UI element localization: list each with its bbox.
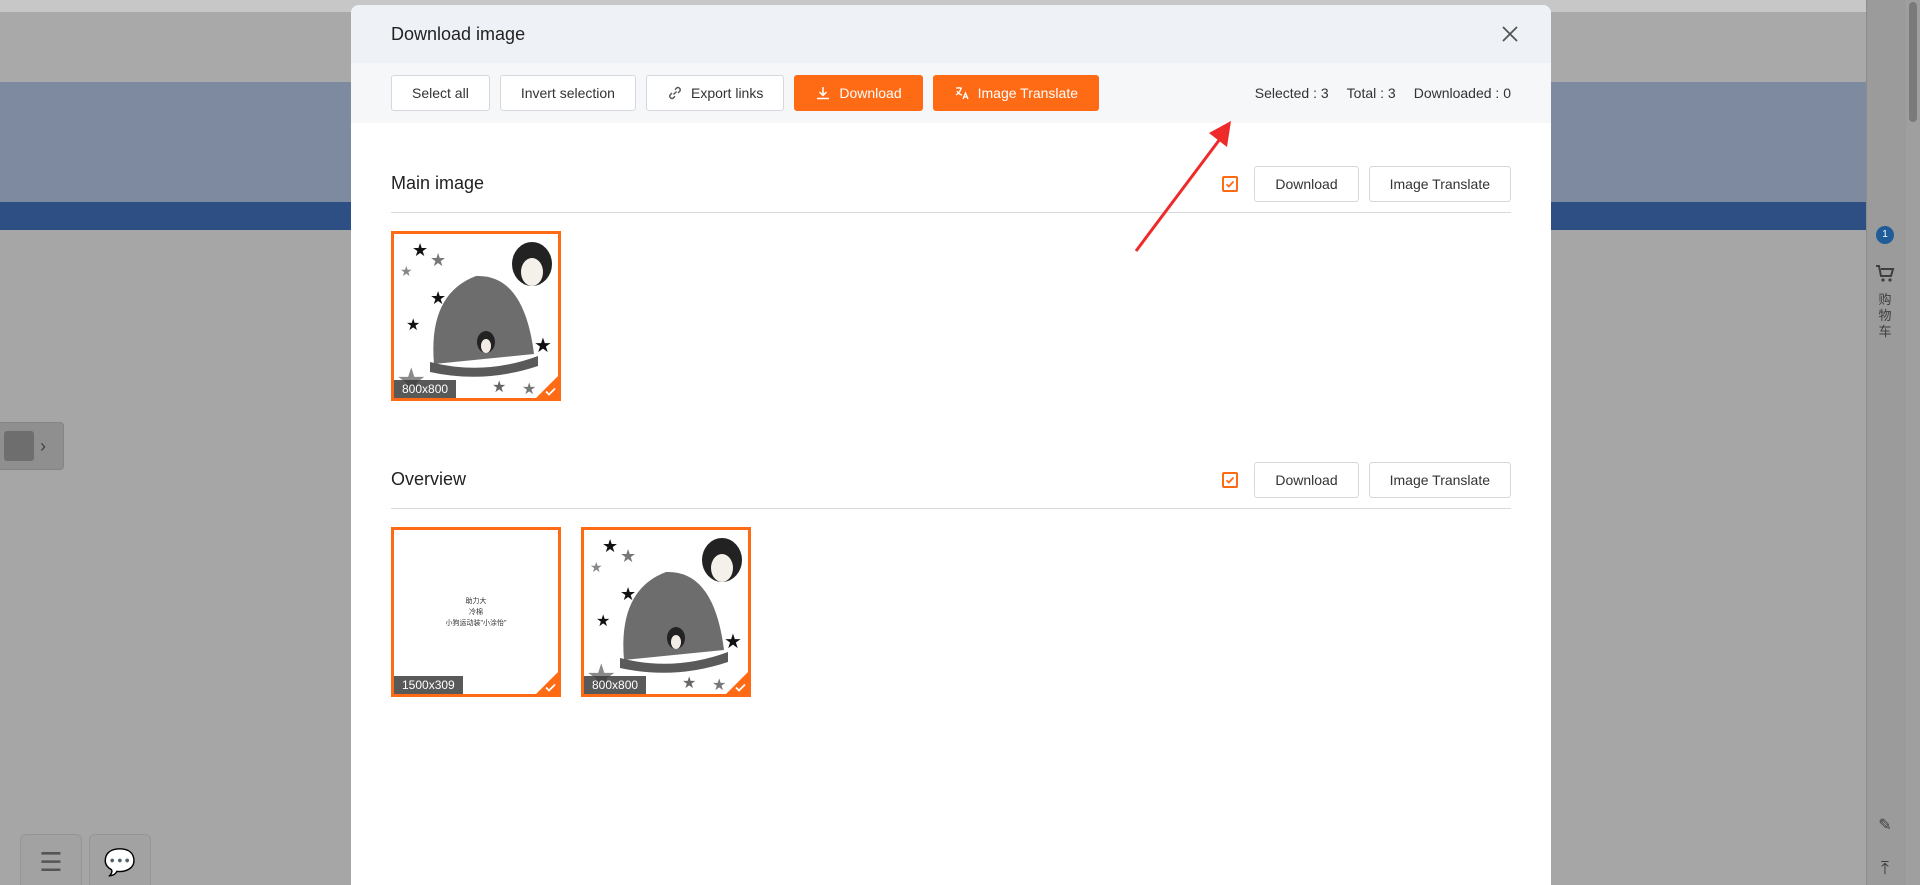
cart-count-badge: 1 bbox=[1876, 226, 1894, 244]
back-to-top-icon[interactable]: ⤒ bbox=[1874, 858, 1896, 879]
image-grid: ★ ★ ★ ★ ★ ★ ★ ★ ★ 800x800 bbox=[391, 213, 1511, 401]
section-download-button[interactable]: Download bbox=[1254, 462, 1359, 498]
product-thumbnail bbox=[4, 431, 34, 461]
section-header: Main image Download Image Translate bbox=[391, 123, 1511, 213]
image-card[interactable]: ★ ★ ★ ★ ★ ★ ★ ★ ★ 800x800 bbox=[581, 527, 751, 697]
modal-header: Download image bbox=[351, 5, 1551, 63]
export-links-label: Export links bbox=[690, 85, 764, 101]
image-text-line: 冷棉 bbox=[469, 608, 483, 616]
page-scrollbar[interactable] bbox=[1906, 0, 1920, 885]
chat-icon[interactable]: 💬 bbox=[89, 834, 151, 885]
scrollbar-thumb[interactable] bbox=[1909, 2, 1917, 122]
download-all-button[interactable]: Download bbox=[794, 75, 923, 111]
section-header: Overview Download Image Translate bbox=[391, 419, 1511, 509]
chevron-right-icon: › bbox=[40, 435, 46, 456]
section-select-checkbox[interactable] bbox=[1222, 176, 1239, 192]
downloaded-count: Downloaded : 0 bbox=[1413, 85, 1511, 101]
download-all-label: Download bbox=[839, 85, 902, 101]
invert-selection-button[interactable]: Invert selection bbox=[499, 75, 636, 111]
section-title: Main image bbox=[391, 173, 485, 193]
download-icon bbox=[817, 87, 830, 100]
svg-text:★: ★ bbox=[682, 673, 696, 692]
modal-title: Download image bbox=[391, 23, 526, 44]
export-links-button[interactable]: Export links bbox=[645, 75, 785, 111]
svg-text:★: ★ bbox=[712, 675, 726, 694]
translate-icon bbox=[955, 87, 969, 100]
svg-text:★: ★ bbox=[522, 379, 536, 398]
section-select-checkbox[interactable] bbox=[1222, 472, 1239, 488]
bg-floating-product-tab[interactable]: › bbox=[0, 422, 64, 470]
cart-label[interactable]: 购物车 bbox=[1876, 292, 1894, 340]
section-actions: Download Image Translate bbox=[1222, 166, 1511, 202]
image-translate-all-label: Image Translate bbox=[977, 85, 1078, 101]
image-card[interactable]: ★ ★ ★ ★ ★ ★ ★ ★ ★ 800x800 bbox=[391, 231, 561, 401]
check-icon bbox=[1226, 476, 1235, 484]
svg-text:★: ★ bbox=[534, 333, 552, 357]
download-image-modal: Download image Select all Invert selecti… bbox=[351, 5, 1551, 885]
section-image-translate-button[interactable]: Image Translate bbox=[1368, 462, 1511, 498]
image-text-line: 助力大 bbox=[465, 597, 487, 605]
section-overview: Overview Download Image Translate 助力大 冷棉… bbox=[351, 419, 1551, 697]
pencil-icon[interactable]: ✎ bbox=[1874, 815, 1896, 835]
image-dimensions: 800x800 bbox=[394, 380, 457, 398]
svg-text:★: ★ bbox=[400, 264, 413, 280]
image-dimensions: 1500x309 bbox=[394, 676, 463, 694]
check-icon bbox=[1226, 180, 1235, 188]
svg-text:★: ★ bbox=[602, 536, 618, 557]
svg-text:★: ★ bbox=[430, 288, 446, 309]
image-text-line: 小狗运动装"小涂怡" bbox=[445, 619, 507, 627]
image-card[interactable]: 助力大 冷棉 小狗运动装"小涂怡" 1500x309 bbox=[391, 527, 561, 697]
total-count: Total : 3 bbox=[1346, 85, 1396, 101]
svg-text:★: ★ bbox=[412, 240, 428, 261]
section-main-image: Main image Download Image Translate ★ ★ … bbox=[351, 123, 1551, 401]
right-sidebar bbox=[1866, 0, 1906, 885]
check-icon bbox=[545, 683, 556, 692]
section-title: Overview bbox=[391, 469, 467, 489]
close-icon[interactable] bbox=[1499, 23, 1521, 45]
selected-count: Selected : 3 bbox=[1254, 85, 1329, 101]
svg-text:★: ★ bbox=[620, 584, 636, 605]
selection-stats: Selected : 3 Total : 3 Downloaded : 0 bbox=[1255, 63, 1511, 123]
section-actions: Download Image Translate bbox=[1222, 462, 1511, 498]
product-image: ★ ★ ★ ★ ★ ★ ★ ★ ★ bbox=[394, 234, 558, 398]
check-icon bbox=[545, 387, 556, 396]
image-translate-all-button[interactable]: Image Translate bbox=[932, 75, 1099, 111]
modal-toolbar: Select all Invert selection Export links… bbox=[351, 63, 1551, 123]
select-all-button[interactable]: Select all bbox=[391, 75, 490, 111]
image-grid: 助力大 冷棉 小狗运动装"小涂怡" 1500x309 ★ ★ ★ ★ ★ ★ ★… bbox=[391, 509, 1511, 697]
svg-text:★: ★ bbox=[406, 315, 420, 334]
product-image: ★ ★ ★ ★ ★ ★ ★ ★ ★ bbox=[584, 530, 748, 694]
svg-text:★: ★ bbox=[620, 546, 636, 567]
svg-text:★: ★ bbox=[590, 560, 603, 576]
svg-text:★: ★ bbox=[430, 250, 446, 271]
svg-text:★: ★ bbox=[596, 611, 610, 630]
svg-text:★: ★ bbox=[492, 377, 506, 396]
text-banner-image: 助力大 冷棉 小狗运动装"小涂怡" bbox=[394, 530, 558, 694]
link-icon bbox=[669, 86, 681, 100]
svg-text:★: ★ bbox=[724, 629, 742, 653]
section-download-button[interactable]: Download bbox=[1254, 166, 1359, 202]
cart-icon[interactable] bbox=[1873, 264, 1897, 288]
menu-icon[interactable]: ☰ bbox=[20, 834, 82, 885]
section-image-translate-button[interactable]: Image Translate bbox=[1368, 166, 1511, 202]
image-dimensions: 800x800 bbox=[584, 676, 647, 694]
check-icon bbox=[735, 683, 746, 692]
